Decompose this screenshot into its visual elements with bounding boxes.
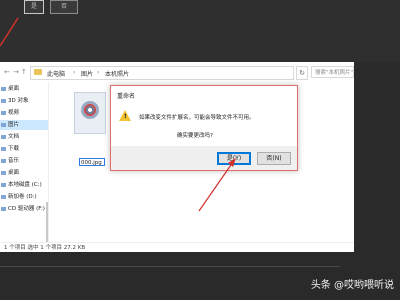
dialog-footer: 是(Y) 否(N) <box>111 146 297 170</box>
warning-mark: ! <box>124 113 127 120</box>
nav-item[interactable]: 视频 <box>0 108 48 118</box>
background-no-button[interactable]: 否 <box>50 0 78 14</box>
download-icon <box>1 146 6 151</box>
video-icon <box>1 110 6 115</box>
status-bar: 1 个项目 选中 1 个项目 27.2 KB <box>0 242 354 252</box>
nav-item[interactable]: 文档 <box>0 132 48 142</box>
breadcrumb[interactable]: 此电脑 › 图片 › 本机照片 <box>30 66 294 80</box>
dialog-question: 确实要更改吗? <box>177 133 213 139</box>
red-arrow-top <box>0 17 19 46</box>
nav-item[interactable]: 3D 对象 <box>0 96 48 106</box>
watermark-text: 头条 @哎哟喂听说 <box>310 280 394 291</box>
breadcrumb-item[interactable]: 本机照片 <box>105 69 129 78</box>
breadcrumb-item[interactable]: 此电脑 <box>47 69 65 78</box>
up-arrow-icon[interactable]: ↑ <box>21 68 27 76</box>
forward-arrow-icon[interactable]: → <box>13 68 19 76</box>
no-button[interactable]: 否(N) <box>257 152 291 165</box>
folder-icon <box>34 69 42 75</box>
navigation-pane: 桌面 3D 对象 视频 图片 文档 下载 音乐 桌面 本地磁盘 (C:) 新加卷… <box>0 82 49 242</box>
scrollbar[interactable] <box>46 202 48 242</box>
nav-item[interactable]: 本地磁盘 (C:) <box>0 180 48 190</box>
breadcrumb-item[interactable]: 图片 <box>81 69 93 78</box>
dialog-message: 如果改变文件扩展名，可能会导致文件不可用。 <box>139 115 255 121</box>
media-file-icon <box>81 101 99 119</box>
nav-item[interactable]: 桌面 <box>0 168 48 178</box>
music-icon <box>1 158 6 163</box>
drive-icon <box>1 194 6 199</box>
divider <box>0 266 340 267</box>
background-window-top: 是 否 <box>0 0 400 62</box>
nav-item-pictures[interactable]: 图片 <box>0 120 48 130</box>
refresh-icon[interactable]: ↻ <box>296 66 308 80</box>
file-thumbnail[interactable] <box>74 92 106 134</box>
desktop-icon <box>1 86 6 91</box>
nav-item[interactable]: 下载 <box>0 144 48 154</box>
search-input[interactable]: 搜索"本机照片" <box>311 66 354 78</box>
nav-item[interactable]: 桌面 <box>0 84 48 94</box>
nav-item[interactable]: 音乐 <box>0 156 48 166</box>
rename-dialog: 重命名 ! 如果改变文件扩展名，可能会导致文件不可用。 确实要更改吗? 是(Y)… <box>110 85 298 171</box>
documents-icon <box>1 134 6 139</box>
pictures-icon <box>1 122 6 127</box>
dialog-title: 重命名 <box>117 93 136 100</box>
cd-drive-icon <box>1 206 6 211</box>
drive-icon <box>1 182 6 187</box>
rename-input[interactable]: 000.jpg <box>79 158 105 166</box>
3d-objects-icon <box>1 98 6 103</box>
address-bar: ← → ↑ 此电脑 › 图片 › 本机照片 ↻ 搜索"本机照片" <box>0 62 354 83</box>
background-yes-button[interactable]: 是 <box>24 0 44 14</box>
back-arrow-icon[interactable]: ← <box>4 68 10 76</box>
nav-item[interactable]: 新加卷 (D:) <box>0 192 48 202</box>
yes-button[interactable]: 是(Y) <box>217 152 251 165</box>
nav-item[interactable]: CD 驱动器 (F:) <box>0 204 48 214</box>
desktop-icon <box>1 170 6 175</box>
